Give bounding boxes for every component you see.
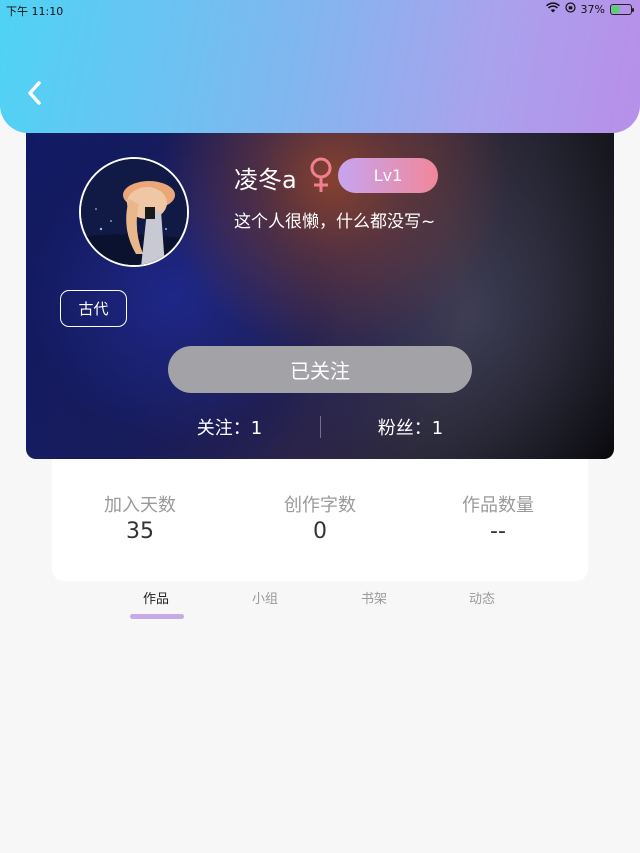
tab-works[interactable]: 作品 [126, 588, 186, 607]
status-bar: 下午 11:10 37% [0, 0, 640, 18]
active-tab-indicator [130, 614, 184, 619]
genre-tag[interactable]: 古代 [60, 290, 127, 327]
orientation-lock-icon [564, 2, 576, 16]
status-time: 下午 11:10 [6, 5, 64, 18]
back-button[interactable] [20, 80, 48, 110]
stat-value: 0 [313, 519, 327, 544]
battery-percent: 37% [580, 2, 605, 16]
username: 凌冬a [234, 166, 297, 194]
tab-activity[interactable]: 动态 [452, 588, 512, 607]
stat-join-days: 加入天数 35 [60, 491, 220, 544]
battery-icon [610, 3, 634, 15]
stat-value: 35 [126, 519, 154, 544]
follow-stats: 关注：1 粉丝：1 [26, 412, 614, 442]
wifi-icon [545, 2, 560, 16]
bio-text: 这个人很懒，什么都没写~ [234, 212, 436, 232]
stat-word-count: 创作字数 0 [240, 491, 400, 544]
stat-label: 作品数量 [462, 495, 534, 516]
battery-fill [612, 5, 619, 13]
tab-groups[interactable]: 小组 [235, 588, 295, 607]
header: 下午 11:10 37% [0, 0, 640, 133]
stat-label: 创作字数 [284, 495, 356, 516]
avatar[interactable] [79, 157, 189, 267]
fans-count[interactable]: 粉丝：1 [347, 414, 475, 440]
follow-button[interactable]: 已关注 [168, 346, 472, 393]
following-count[interactable]: 关注：1 [166, 414, 294, 440]
tab-bar: 作品 小组 书架 动态 [0, 586, 640, 626]
profile-page: 下午 11:10 37% 凌冬a Lv1 这个人很懒，什么都没写~ 古代 已关注… [0, 0, 640, 853]
chevron-left-icon [26, 80, 42, 110]
level-badge: Lv1 [338, 158, 438, 193]
stat-label: 加入天数 [104, 495, 176, 516]
tab-bookshelf[interactable]: 书架 [344, 588, 404, 607]
stats-panel: 加入天数 35 创作字数 0 作品数量 -- [52, 459, 588, 581]
stats-divider [319, 416, 321, 438]
status-icons: 37% [545, 2, 634, 16]
stat-works-count: 作品数量 -- [418, 491, 578, 544]
female-icon [308, 156, 334, 198]
profile-card: 凌冬a Lv1 这个人很懒，什么都没写~ 古代 已关注 关注：1 粉丝：1 [26, 100, 614, 459]
stat-value: -- [490, 519, 506, 544]
